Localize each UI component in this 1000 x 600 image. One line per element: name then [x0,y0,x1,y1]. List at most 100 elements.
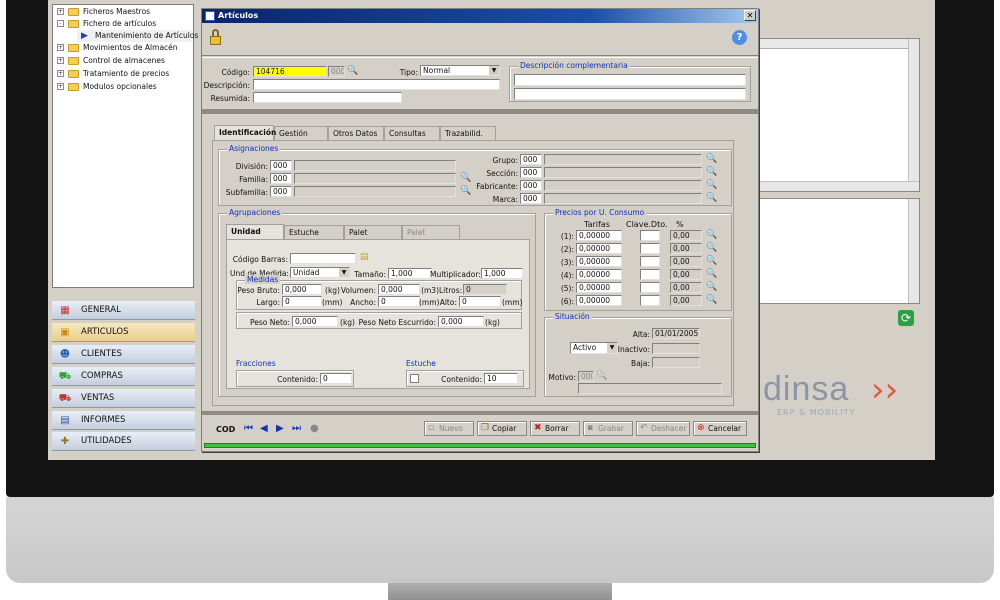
deshacer-button[interactable]: ↶ Deshacer [636,421,690,436]
nav-clientes[interactable]: ☻ CLIENTES [52,345,195,364]
tree-item-modulos-opcionales[interactable]: + Modulos opcionales [57,81,192,93]
search-icon[interactable]: 🔍 [347,66,358,76]
tarifa-input[interactable]: 0,00000 [576,243,622,254]
largo-input[interactable]: 0 [282,296,322,307]
expand-icon[interactable]: + [57,57,64,64]
search-icon[interactable]: 🔍 [460,186,471,196]
clave-dto-input[interactable] [640,243,660,254]
dialog-titlebar[interactable]: Artículos ✕ [202,9,758,23]
borrar-button[interactable]: ✖ Borrar [530,421,580,436]
clave-dto-input[interactable] [640,295,660,306]
search-icon[interactable]: 🔍 [706,193,717,203]
tree-item-ficheros-maestros[interactable]: + Ficheros Maestros [57,6,192,18]
tree-item-movimientos-almacen[interactable]: + Movimientos de Almacén [57,42,192,54]
chevron-down-icon[interactable]: ▼ [339,268,349,277]
fracciones-contenido-input[interactable]: 0 [320,373,352,384]
estado-select[interactable]: Activo ▼ [570,342,618,354]
tab-identificacion[interactable]: Identificación [214,125,276,140]
tarifa-input[interactable]: 0,00000 [576,282,622,293]
search-icon[interactable]: 🔍 [706,295,717,305]
marca-code[interactable]: 000 [520,193,542,204]
search-icon[interactable]: 🔍 [706,230,717,240]
tree-item-fichero-articulos[interactable]: - Fichero de artículos [57,18,192,30]
nav-compras[interactable]: ⛟ COMPRAS [52,367,195,386]
search-icon[interactable]: 🔍 [706,154,717,164]
subtab-unidad[interactable]: Unidad [226,224,284,239]
first-record-icon[interactable]: ⏮ [244,423,253,434]
search-icon[interactable]: 🔍 [460,173,471,183]
clave-dto-input[interactable] [640,256,660,267]
tarifa-input[interactable]: 0,00000 [576,295,622,306]
peso-bruto-input[interactable]: 0,000 [282,284,322,295]
estuche-contenido-input[interactable]: 10 [484,373,518,384]
peso-neto-input[interactable]: 0,000 [292,316,338,327]
division-code[interactable]: 000 [270,160,292,171]
tab-otros-datos[interactable]: Otros Datos [328,126,384,140]
codigo-input[interactable]: 104716 [253,66,327,77]
nav-informes[interactable]: ▤ INFORMES [52,411,195,430]
grupo-code[interactable]: 000 [520,154,542,165]
clave-dto-input[interactable] [640,269,660,280]
peso-neto-escurrido-input[interactable]: 0,000 [438,316,484,327]
tamano-input[interactable]: 1,000 [388,268,432,279]
grabar-button[interactable]: ▪ Grabar [583,421,633,436]
fabricante-code[interactable]: 000 [520,180,542,191]
search-icon[interactable]: 🔍 [706,256,717,266]
clave-dto-input[interactable] [640,230,660,241]
record-dot-icon[interactable]: ● [310,423,319,434]
search-icon[interactable]: 🔍 [706,243,717,253]
nuevo-button[interactable]: ▫ Nuevo [424,421,474,436]
expand-icon[interactable]: + [57,8,64,15]
copiar-button[interactable]: ❐ Copiar [477,421,527,436]
tipo-select[interactable]: Normal ▼ [420,65,500,76]
subtab-estuche[interactable]: Estuche [284,225,344,239]
alto-input[interactable]: 0 [459,296,501,307]
clave-dto-input[interactable] [640,282,660,293]
subfamilia-code[interactable]: 000 [270,186,292,197]
tarifa-input[interactable]: 0,00000 [576,230,622,241]
close-icon[interactable]: ✕ [744,10,756,21]
tab-consultas[interactable]: Consultas [384,126,440,140]
nav-articulos[interactable]: ▣ ARTICULOS [52,323,195,342]
tab-trazabilidad[interactable]: Trazabilid. [440,126,496,140]
tree-item-tratamiento-precios[interactable]: + Tratamiento de precios [57,68,192,80]
subtab-palet[interactable]: Palet [344,225,402,239]
resumida-input[interactable] [253,92,402,103]
prev-record-icon[interactable]: ◀ [260,423,268,434]
search-icon[interactable]: 🔍 [706,282,717,292]
desc-comp-line2[interactable] [514,88,746,100]
vertical-scrollbar[interactable] [908,199,919,303]
nav-general[interactable]: ▦ GENERAL [52,301,195,320]
estuche-checkbox[interactable] [410,374,419,383]
expand-icon[interactable]: + [57,44,64,51]
desc-comp-line1[interactable] [514,74,746,86]
vertical-scrollbar[interactable] [908,39,919,181]
nav-ventas[interactable]: ⛟ VENTAS [52,389,195,408]
expand-icon[interactable]: + [57,70,64,77]
tarifa-input[interactable]: 0,00000 [576,256,622,267]
tree-item-control-almacenes[interactable]: + Control de almacenes [57,55,192,67]
search-icon[interactable]: 🔍 [706,167,717,177]
help-icon[interactable]: ? [732,30,747,45]
familia-code[interactable]: 000 [270,173,292,184]
refresh-icon[interactable]: ⟳ [898,310,914,326]
codigo-barras-input[interactable] [290,253,356,264]
tab-gestion[interactable]: Gestión [274,126,328,140]
lock-icon[interactable] [210,29,221,45]
expand-icon[interactable]: + [57,83,64,90]
nav-utilidades[interactable]: ✚ UTILIDADES [52,432,195,451]
horizontal-scrollbar[interactable] [753,181,919,191]
multiplicador-input[interactable]: 1,000 [481,268,523,279]
search-icon[interactable]: 🔍 [706,269,717,279]
volumen-input[interactable]: 0,000 [378,284,420,295]
collapse-icon[interactable]: - [57,20,64,27]
next-record-icon[interactable]: ▶ [276,423,284,434]
last-record-icon[interactable]: ⏭ [292,423,301,434]
tarifa-input[interactable]: 0,00000 [576,269,622,280]
descripcion-input[interactable] [253,79,500,90]
search-icon[interactable]: 🔍 [706,180,717,190]
seccion-code[interactable]: 000 [520,167,542,178]
tree-item-mantenimiento-articulos[interactable]: ▶ Mantenimiento de Artículos [77,30,198,42]
und-medida-select[interactable]: Unidad ▼ [290,267,350,278]
cancelar-button[interactable]: ⊗ Cancelar [693,421,747,436]
